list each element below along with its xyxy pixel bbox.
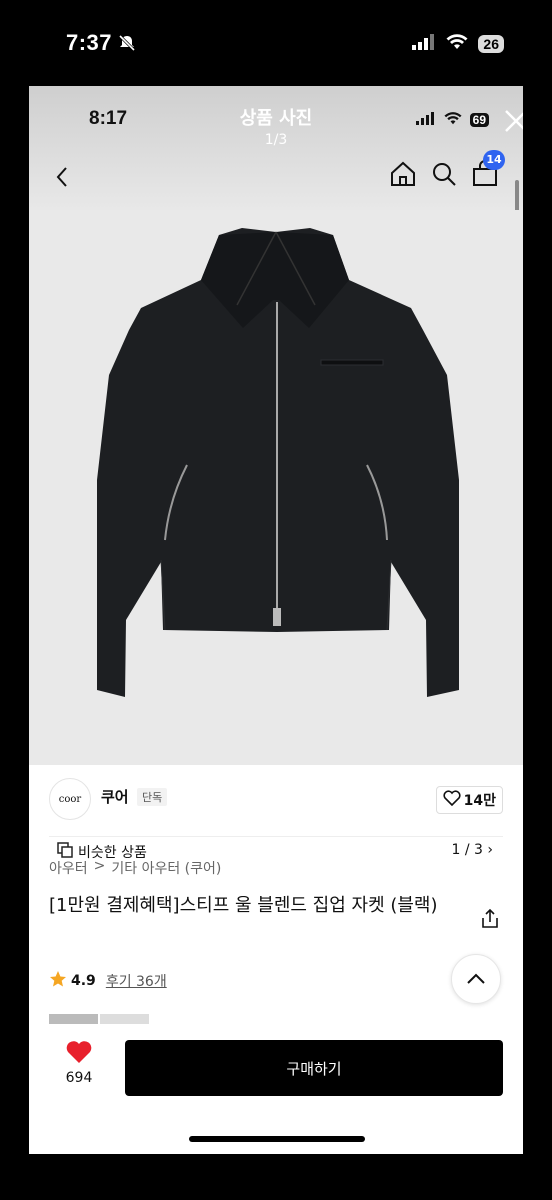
header-actions: 14 bbox=[389, 150, 505, 192]
home-indicator[interactable] bbox=[189, 1136, 365, 1142]
viewer-header: 8:17 상품 사진 1/3 69 14 bbox=[29, 86, 523, 210]
home-icon[interactable] bbox=[389, 160, 417, 192]
wifi-icon bbox=[446, 34, 468, 54]
jacket-image bbox=[97, 228, 459, 697]
breadcrumb-category[interactable]: 아우터 bbox=[49, 858, 88, 878]
brand-name[interactable]: 쿠어 bbox=[101, 786, 129, 807]
search-icon[interactable] bbox=[431, 161, 457, 191]
brand-like-button[interactable]: 14만 bbox=[435, 786, 503, 814]
battery-badge: 26 bbox=[478, 35, 504, 53]
brand-like-count: 14만 bbox=[463, 793, 496, 809]
brand-logo[interactable]: coor bbox=[49, 778, 91, 820]
signal-icon bbox=[415, 110, 436, 129]
divider bbox=[49, 836, 503, 837]
heart-filled-icon bbox=[65, 1041, 93, 1068]
rating-score: 4.9 bbox=[71, 973, 96, 989]
chevron-right-icon: › bbox=[487, 842, 493, 858]
status-time: 7:37 bbox=[66, 30, 113, 55]
signal-icon bbox=[412, 34, 436, 54]
photo-viewer-sheet: 8:17 상품 사진 1/3 69 14 비슷한 상품 1 / 3 › coor… bbox=[29, 86, 523, 1154]
heart-outline-icon bbox=[443, 790, 461, 810]
battery-badge: 69 bbox=[469, 112, 489, 127]
cart-button[interactable]: 14 bbox=[471, 150, 505, 192]
cart-icon bbox=[471, 160, 499, 192]
close-icon[interactable] bbox=[501, 106, 523, 140]
option-thumbnails[interactable] bbox=[49, 1014, 149, 1024]
photo-page-label: 1 / 3 bbox=[451, 842, 483, 858]
screenshot-status-indicators: 69 bbox=[415, 110, 489, 129]
system-status-bar: 7:37 26 bbox=[0, 0, 552, 86]
breadcrumb-subcategory[interactable]: 기타 아우터 (쿠어) bbox=[111, 858, 221, 878]
viewer-index: 1/3 bbox=[264, 132, 288, 148]
review-count-link[interactable]: 후기 36개 bbox=[106, 971, 167, 991]
buy-button[interactable]: 구매하기 bbox=[125, 1040, 503, 1096]
scroll-to-top-button[interactable] bbox=[451, 954, 501, 1004]
chevron-up-icon bbox=[466, 970, 486, 989]
status-indicators: 26 bbox=[412, 34, 504, 54]
wishlist-count: 694 bbox=[65, 1070, 93, 1086]
wishlist-button[interactable]: 694 bbox=[59, 1040, 99, 1086]
breadcrumb: 아우터 > 기타 아우터 (쿠어) bbox=[49, 858, 221, 878]
rating-row: 4.9 후기 36개 bbox=[49, 970, 167, 992]
cart-count-badge: 14 bbox=[483, 150, 505, 170]
product-photo[interactable]: 비슷한 상품 1 / 3 › bbox=[29, 210, 523, 866]
product-title: [1만원 결제혜택]스티프 울 블렌드 집업 자켓 (블랙) bbox=[49, 895, 438, 916]
brand-row: coor 쿠어 단독 14만 bbox=[49, 778, 503, 822]
silent-bell-icon bbox=[118, 34, 136, 56]
share-icon[interactable] bbox=[479, 908, 501, 934]
breadcrumb-separator: > bbox=[93, 858, 106, 874]
exclusive-badge: 단독 bbox=[137, 788, 168, 806]
wifi-icon bbox=[444, 110, 462, 129]
star-icon bbox=[49, 970, 67, 992]
photo-page-indicator[interactable]: 1 / 3 › bbox=[441, 838, 503, 862]
purchase-bar: 694 구매하기 bbox=[29, 1024, 523, 1154]
back-arrow-icon[interactable] bbox=[55, 166, 69, 192]
